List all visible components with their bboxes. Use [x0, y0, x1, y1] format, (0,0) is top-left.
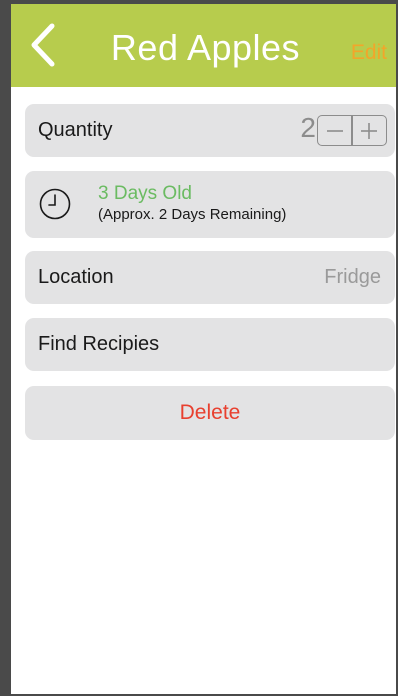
edit-button[interactable]: Edit	[351, 40, 387, 66]
clock-icon	[39, 188, 71, 220]
age-subtitle: (Approx. 2 Days Remaining)	[98, 206, 287, 223]
navigation-bar: Red Apples Edit	[11, 4, 396, 87]
quantity-stepper	[317, 115, 387, 146]
quantity-label: Quantity	[38, 119, 113, 141]
delete-button[interactable]: Delete	[25, 386, 395, 440]
age-row: 3 Days Old (Approx. 2 Days Remaining)	[25, 171, 395, 238]
increment-button[interactable]	[353, 116, 386, 145]
chevron-left-icon	[31, 23, 55, 67]
decrement-button[interactable]	[318, 116, 351, 145]
location-label: Location	[38, 266, 114, 288]
find-recipes-row[interactable]: Find Recipies	[25, 318, 395, 371]
back-button[interactable]	[23, 20, 63, 70]
find-recipes-label: Find Recipies	[38, 333, 160, 355]
minus-icon	[326, 129, 343, 132]
quantity-row: Quantity 2	[25, 104, 395, 157]
quantity-value: 2	[300, 112, 316, 143]
age-title: 3 Days Old	[98, 183, 192, 204]
plus-icon	[361, 122, 378, 139]
delete-label: Delete	[179, 401, 241, 424]
device-bezel-left	[2, 0, 11, 694]
location-row[interactable]: Location Fridge	[25, 251, 395, 304]
app-screen: Red Apples Edit Quantity 2 3 Days Old (A…	[0, 0, 398, 696]
location-value: Fridge	[324, 266, 381, 288]
page-title: Red Apples	[110, 27, 301, 68]
